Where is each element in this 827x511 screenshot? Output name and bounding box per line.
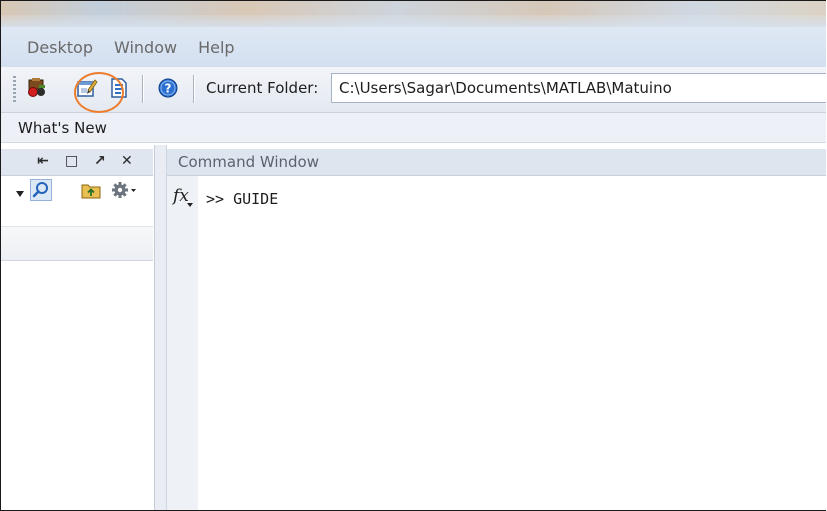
dropdown-arrow-icon[interactable] (15, 184, 25, 203)
menu-help[interactable]: Help (198, 38, 234, 57)
help-icon[interactable]: ? (157, 77, 179, 99)
shortcuts-bar: What's New (1, 113, 826, 143)
matlab-window: Desktop Window Help ? Current Folder: C:… (0, 0, 826, 511)
close-icon[interactable]: ✕ (121, 153, 133, 169)
simulink-icon[interactable] (26, 77, 48, 99)
command-window-title: Command Window (178, 153, 320, 171)
panel-header: ⇤ □ ↗ ✕ (1, 149, 153, 176)
menu-desktop[interactable]: Desktop (27, 38, 93, 57)
command-line: >> GUIDE (206, 190, 279, 208)
gear-icon[interactable] (111, 180, 137, 204)
current-folder-field[interactable]: C:\Users\Sagar\Documents\MATLAB\Matuino (331, 73, 826, 103)
main-toolbar: ? Current Folder: C:\Users\Sagar\Documen… (1, 67, 826, 113)
search-icon[interactable] (30, 179, 52, 205)
profiler-icon[interactable] (108, 77, 130, 99)
panel-splitter[interactable] (155, 145, 167, 510)
toolbar-grip (13, 76, 16, 104)
svg-text:?: ? (165, 82, 172, 96)
toolbar-separator (193, 75, 194, 103)
command-window-header: Command Window (167, 149, 826, 176)
guide-icon[interactable] (76, 77, 98, 99)
fx-dropdown-icon (187, 203, 193, 207)
toolbar-separator (142, 75, 143, 103)
maximize-icon[interactable]: □ (65, 153, 78, 169)
current-folder-label: Current Folder: (206, 79, 319, 97)
undock-icon[interactable]: ⇤ (37, 153, 49, 169)
menu-bar: Desktop Window Help (1, 27, 826, 67)
current-folder-panel: ⇤ □ ↗ ✕ (1, 145, 155, 510)
whats-new-link[interactable]: What's New (18, 119, 107, 137)
popout-icon[interactable]: ↗ (94, 153, 106, 169)
title-bar (1, 1, 826, 27)
menu-window[interactable]: Window (114, 38, 177, 57)
command-window-gutter (167, 176, 198, 510)
folder-up-icon[interactable] (81, 181, 101, 203)
command-window-body[interactable] (198, 176, 826, 510)
file-list-header[interactable] (1, 226, 153, 261)
panel-toolbar (1, 176, 153, 206)
